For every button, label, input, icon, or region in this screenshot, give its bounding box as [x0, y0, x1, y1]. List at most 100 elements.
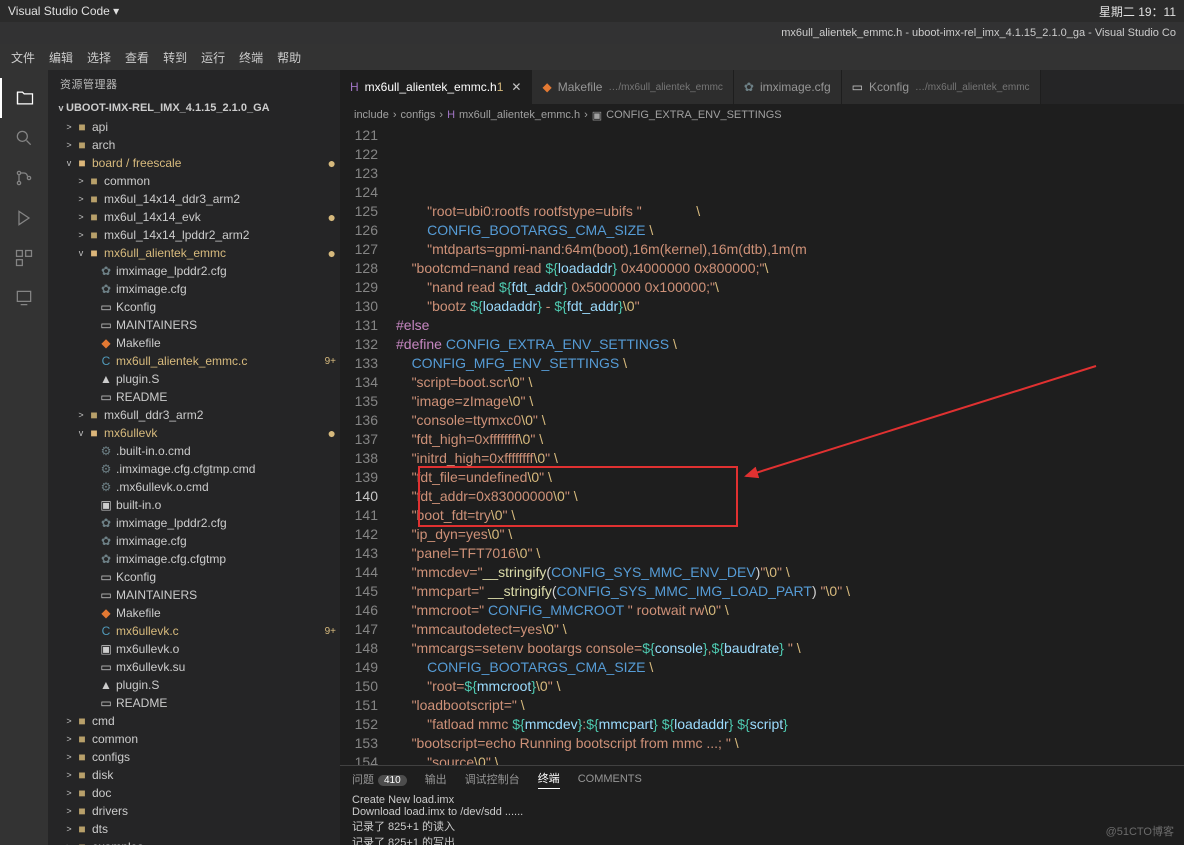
file-row[interactable]: Cmx6ullevk.c9+ — [48, 622, 340, 640]
file-row[interactable]: ✿imximage.cfg — [48, 280, 340, 298]
folder-row[interactable]: >■common — [48, 172, 340, 190]
file-row[interactable]: ▣built-in.o — [48, 496, 340, 514]
menu-help[interactable]: 帮助 — [270, 49, 308, 66]
file-row[interactable]: ▲plugin.S — [48, 676, 340, 694]
folder-row[interactable]: >■configs — [48, 748, 340, 766]
terminal-output[interactable]: Create New load.imxDownload load.imx to … — [340, 792, 1184, 845]
file-row[interactable]: ◆Makefile — [48, 334, 340, 352]
tab-comments[interactable]: COMMENTS — [578, 773, 642, 785]
editor-tab[interactable]: ▭Kconfig…/mx6ull_alientek_emmc — [842, 70, 1041, 104]
menu-file[interactable]: 文件 — [4, 49, 42, 66]
file-row[interactable]: ▭Kconfig — [48, 568, 340, 586]
tab-output[interactable]: 输出 — [425, 771, 447, 787]
menu-terminal[interactable]: 终端 — [232, 49, 270, 66]
file-row[interactable]: ⚙.mx6ullevk.o.cmd — [48, 478, 340, 496]
file-row[interactable]: ✿imximage.cfg — [48, 532, 340, 550]
menu-select[interactable]: 选择 — [80, 49, 118, 66]
file-row[interactable]: ⚙.built-in.o.cmd — [48, 442, 340, 460]
file-row[interactable]: ▭README — [48, 388, 340, 406]
file-row[interactable]: Cmx6ull_alientek_emmc.c9+ — [48, 352, 340, 370]
folder-row[interactable]: >■disk — [48, 766, 340, 784]
tab-terminal[interactable]: 终端 — [538, 770, 560, 789]
file-row[interactable]: ▭MAINTAINERS — [48, 586, 340, 604]
chevron-icon: > — [64, 806, 74, 816]
folder-row[interactable]: >■mx6ul_14x14_evk● — [48, 208, 340, 226]
file-label: mx6ullevk.su — [116, 660, 185, 674]
file-row[interactable]: ▭MAINTAINERS — [48, 316, 340, 334]
code-editor[interactable]: 1211221231241251261271281291301311321331… — [340, 126, 1184, 765]
editor-tab[interactable]: ✿imximage.cfg — [734, 70, 842, 104]
editor-area: Hmx6ull_alientek_emmc.h 1✕◆Makefile…/mx6… — [340, 70, 1184, 845]
project-header[interactable]: v UBOOT-IMX-REL_IMX_4.1.15_2.1.0_GA — [48, 98, 340, 118]
folder-row[interactable]: >■drivers — [48, 802, 340, 820]
file-icon: ■ — [74, 120, 90, 134]
tab-debug[interactable]: 调试控制台 — [465, 771, 520, 787]
file-row[interactable]: ✿imximage_lpddr2.cfg — [48, 514, 340, 532]
chevron-icon: > — [64, 716, 74, 726]
menu-edit[interactable]: 编辑 — [42, 49, 80, 66]
symbol-icon: ▣ — [592, 109, 602, 122]
file-row[interactable]: ✿imximage_lpddr2.cfg — [48, 262, 340, 280]
explorer-icon[interactable] — [0, 78, 48, 118]
extensions-icon[interactable] — [0, 238, 48, 278]
folder-row[interactable]: >■mx6ull_ddr3_arm2 — [48, 406, 340, 424]
debug-icon[interactable] — [0, 198, 48, 238]
file-label: api — [92, 120, 108, 134]
file-row[interactable]: ▲plugin.S — [48, 370, 340, 388]
remote-icon[interactable] — [0, 278, 48, 318]
modified-dot: ● — [328, 209, 336, 225]
close-icon[interactable]: ✕ — [511, 80, 521, 94]
chevron-icon: > — [64, 752, 74, 762]
file-row[interactable]: ✿imximage.cfg.cfgtmp — [48, 550, 340, 568]
file-icon: ■ — [74, 822, 90, 836]
source-control-icon[interactable] — [0, 158, 48, 198]
folder-row[interactable]: >■examples — [48, 838, 340, 845]
menu-run[interactable]: 运行 — [194, 49, 232, 66]
file-label: mx6ullevk.c — [116, 624, 179, 638]
breadcrumb-item[interactable]: CONFIG_EXTRA_ENV_SETTINGS — [606, 109, 781, 121]
editor-tab[interactable]: ◆Makefile…/mx6ull_alientek_emmc — [532, 70, 733, 104]
chevron-icon: > — [64, 824, 74, 834]
folder-row[interactable]: >■cmd — [48, 712, 340, 730]
file-row[interactable]: ▭mx6ullevk.su — [48, 658, 340, 676]
file-row[interactable]: ⚙.imximage.cfg.cfgtmp.cmd — [48, 460, 340, 478]
folder-row[interactable]: >■doc — [48, 784, 340, 802]
app-menu[interactable]: Visual Studio Code ▾ — [8, 4, 119, 18]
file-row[interactable]: ▭Kconfig — [48, 298, 340, 316]
folder-row[interactable]: >■api — [48, 118, 340, 136]
folder-row[interactable]: >■mx6ul_14x14_ddr3_arm2 — [48, 190, 340, 208]
chevron-icon: > — [64, 770, 74, 780]
os-topbar: Visual Studio Code ▾ 星期二 19：11 — [0, 0, 1184, 22]
file-icon: ■ — [74, 804, 90, 818]
breadcrumb[interactable]: include › configs › H mx6ull_alientek_em… — [340, 104, 1184, 126]
folder-row[interactable]: v■mx6ull_alientek_emmc● — [48, 244, 340, 262]
folder-row[interactable]: >■mx6ul_14x14_lpddr2_arm2 — [48, 226, 340, 244]
git-badge: 9+ — [325, 356, 336, 367]
breadcrumb-item[interactable]: include — [354, 109, 389, 121]
file-icon: ◆ — [98, 606, 114, 620]
file-row[interactable]: ▣mx6ullevk.o — [48, 640, 340, 658]
folder-row[interactable]: v■board / freescale● — [48, 154, 340, 172]
file-label: MAINTAINERS — [116, 318, 197, 332]
file-label: Kconfig — [116, 570, 156, 584]
window-titlebar: mx6ull_alientek_emmc.h - uboot-imx-rel_i… — [0, 22, 1184, 44]
file-tree[interactable]: >■api>■archv■board / freescale●>■common>… — [48, 118, 340, 845]
file-icon: ✿ — [98, 282, 114, 296]
tab-problems[interactable]: 问题410 — [352, 771, 407, 787]
file-label: arch — [92, 138, 115, 152]
file-label: mx6ullevk — [104, 426, 157, 440]
folder-row[interactable]: >■dts — [48, 820, 340, 838]
file-icon: ■ — [74, 732, 90, 746]
code-source[interactable]: "root=ubi0:rootfs rootfstype=ubifs " \ C… — [396, 126, 1184, 765]
breadcrumb-item[interactable]: configs — [401, 109, 436, 121]
folder-row[interactable]: v■mx6ullevk● — [48, 424, 340, 442]
folder-row[interactable]: >■arch — [48, 136, 340, 154]
editor-tab[interactable]: Hmx6ull_alientek_emmc.h 1✕ — [340, 70, 532, 104]
menu-view[interactable]: 查看 — [118, 49, 156, 66]
file-row[interactable]: ▭README — [48, 694, 340, 712]
menu-goto[interactable]: 转到 — [156, 49, 194, 66]
file-row[interactable]: ◆Makefile — [48, 604, 340, 622]
breadcrumb-item[interactable]: mx6ull_alientek_emmc.h — [459, 109, 580, 121]
folder-row[interactable]: >■common — [48, 730, 340, 748]
search-icon[interactable] — [0, 118, 48, 158]
